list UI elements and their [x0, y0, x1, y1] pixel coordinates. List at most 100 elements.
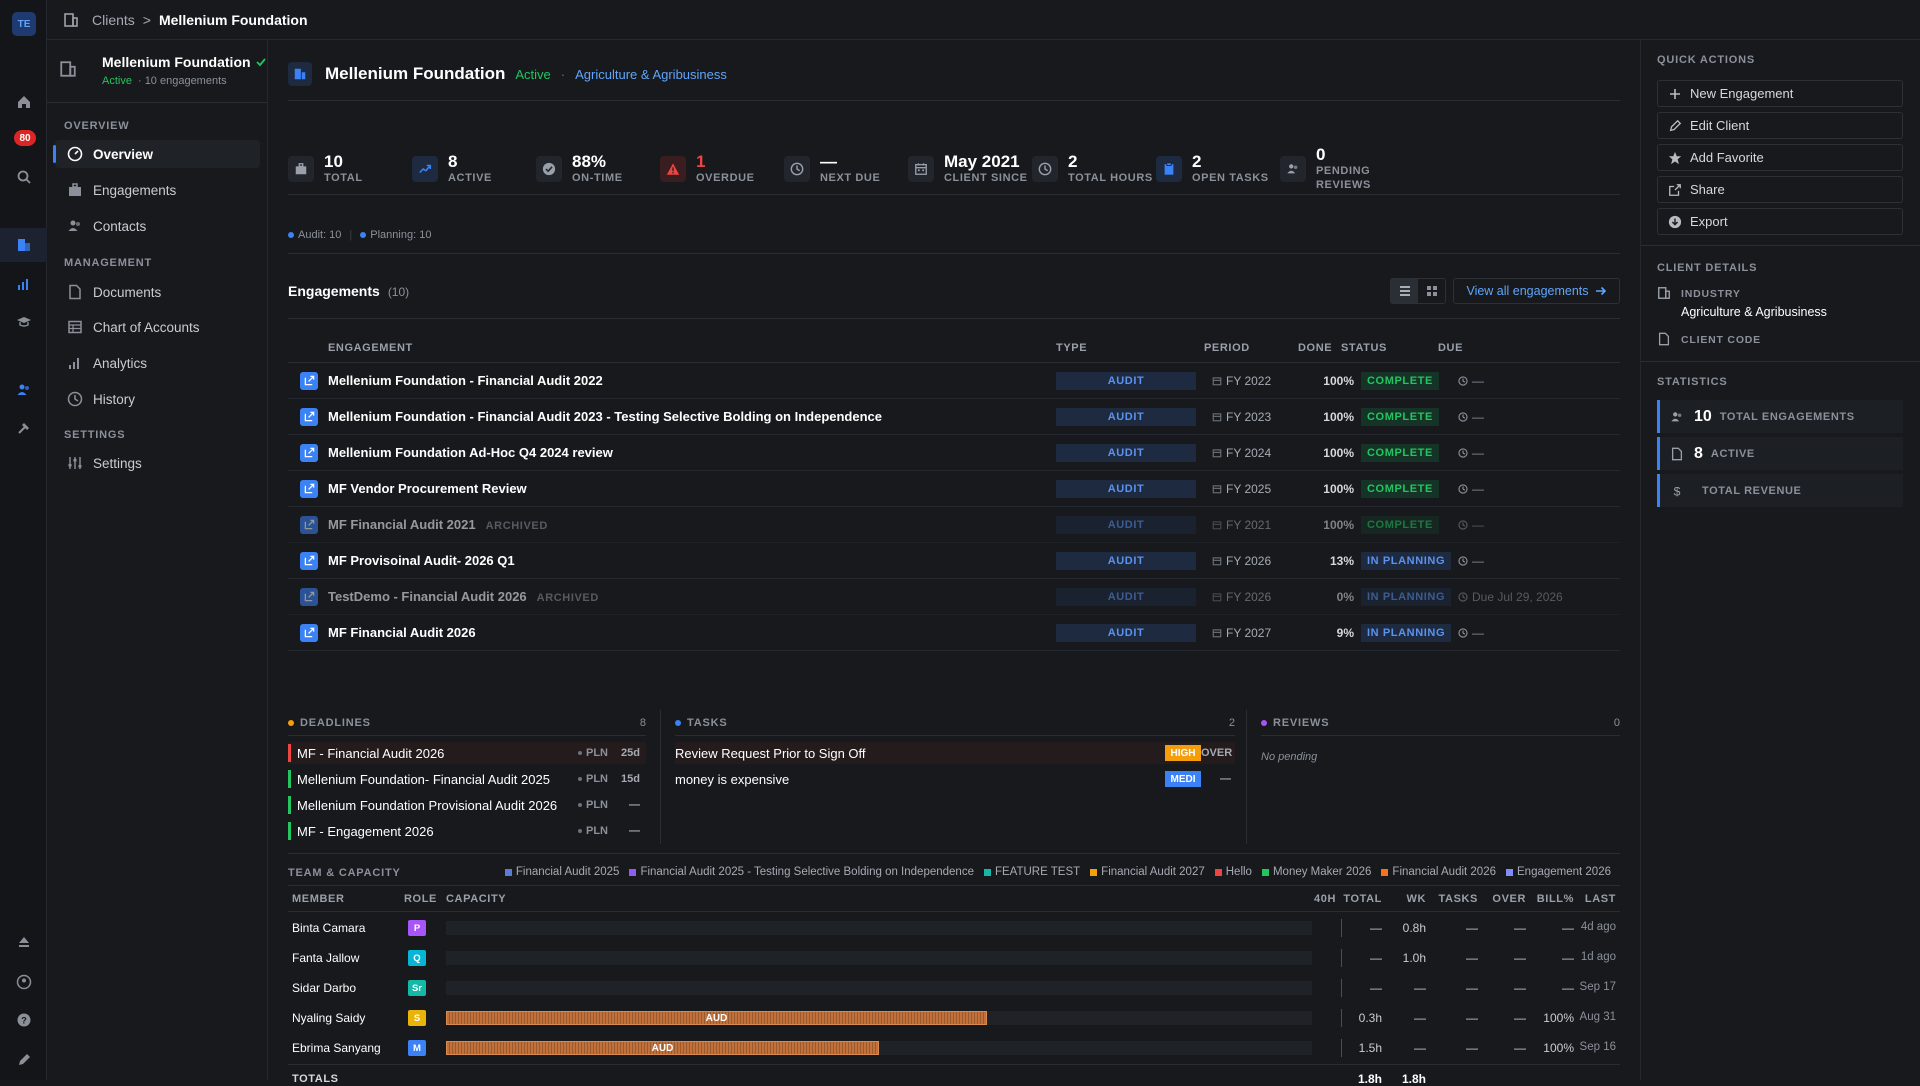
stat-value: 88% — [572, 152, 607, 171]
new-engagement-button[interactable]: New Engagement — [1657, 80, 1903, 107]
breadcrumb-clients[interactable]: Clients — [92, 12, 135, 28]
phase-dot-icon — [578, 803, 582, 807]
member-bill: 100% — [1543, 1041, 1574, 1055]
section-overview: OVERVIEW — [64, 120, 130, 132]
deadline-phase: PLN — [578, 747, 608, 759]
member-name: Ebrima Sanyang — [292, 1041, 381, 1055]
engagement-row[interactable]: MF Financial Audit 2021 ARCHIVED AUDIT FY 2… — [288, 507, 1620, 543]
task-item[interactable]: money is expensive MEDI — — [675, 768, 1235, 790]
calendar-icon — [1212, 376, 1222, 386]
engagement-row[interactable]: Mellenium Foundation - Financial Audit 2… — [288, 399, 1620, 435]
engagement-row[interactable]: MF Financial Audit 2026 AUDIT FY 2027 9% IN … — [288, 615, 1620, 651]
team-row[interactable]: Fanta Jallow Q —1.0h — — —1d ago — [288, 943, 1620, 973]
stat-value: 0 — [1316, 145, 1326, 164]
nav-label: Settings — [93, 455, 142, 471]
tools-icon[interactable] — [12, 416, 36, 440]
legend-item: Engagement 2026 — [1506, 866, 1611, 878]
deadline-item[interactable]: MF - Financial Audit 2026 PLN 25d — [288, 742, 646, 764]
member-over: — — [1514, 981, 1526, 995]
share-button[interactable]: Share — [1657, 176, 1903, 203]
engagement-name[interactable]: MF Financial Audit 2026 — [328, 625, 476, 640]
engagement-name[interactable]: MF Financial Audit 2021 ARCHIVED — [328, 517, 548, 532]
engagement-name[interactable]: Mellenium Foundation - Financial Audit 2… — [328, 409, 882, 424]
team-row[interactable]: Ebrima Sanyang M AUD 1.5h — — —100% Sep 16 — [288, 1033, 1620, 1063]
engagement-row[interactable]: TestDemo - Financial Audit 2026 ARCHIVED A… — [288, 579, 1620, 615]
task-item[interactable]: Review Request Prior to Sign Off HIGH OVER — [675, 742, 1235, 764]
contacts-icon — [67, 218, 83, 234]
period-value: FY 2022 — [1226, 373, 1272, 388]
nav-history[interactable]: History — [55, 385, 260, 413]
period-cell: FY 2025 — [1212, 482, 1271, 496]
team-row[interactable]: Nyaling Saidy S AUD 0.3h — — —100% Aug 31 — [288, 1003, 1620, 1033]
reviewer-icon — [1670, 410, 1684, 424]
engagement-name[interactable]: MF Provisoinal Audit- 2026 Q1 — [328, 553, 515, 568]
arrow-right-icon — [1595, 285, 1607, 297]
deadline-item[interactable]: Mellenium Foundation- Financial Audit 20… — [288, 768, 646, 790]
legend-item: Hello — [1214, 866, 1252, 878]
nav-engagements[interactable]: Engagements — [55, 176, 260, 204]
nav-documents[interactable]: Documents — [55, 278, 260, 306]
engagement-name[interactable]: TestDemo - Financial Audit 2026 ARCHIVED — [328, 589, 599, 604]
engagement-row[interactable]: MF Vendor Procurement Review AUDIT FY 2025… — [288, 471, 1620, 507]
grid-view-icon[interactable] — [1418, 279, 1445, 303]
legend-swatch — [1214, 868, 1222, 876]
nav-chart-of-accounts[interactable]: Chart of Accounts — [55, 313, 260, 341]
deadline-item[interactable]: MF - Engagement 2026 PLN — — [288, 820, 646, 842]
team-icon[interactable] — [12, 378, 36, 402]
deadline-item[interactable]: Mellenium Foundation Provisional Audit 2… — [288, 794, 646, 816]
due-value: — — [1472, 373, 1484, 388]
view-toggle — [1390, 278, 1446, 304]
stat-label: ON-TIME — [572, 172, 623, 184]
member-bill: — — [1562, 921, 1574, 935]
eject-icon[interactable] — [12, 930, 36, 954]
status-badge: Active — [515, 67, 551, 82]
team-row[interactable]: Binta Camara P —0.8h — — —4d ago — [288, 913, 1620, 943]
engagement-name[interactable]: Mellenium Foundation - Financial Audit 2… — [328, 373, 603, 388]
sliders-icon — [67, 455, 83, 471]
export-button[interactable]: Export — [1657, 208, 1903, 235]
pencil-icon — [1668, 119, 1682, 133]
nav-analytics[interactable]: Analytics — [55, 349, 260, 377]
clients-icon[interactable] — [12, 233, 36, 257]
nav-overview[interactable]: Overview — [53, 140, 260, 168]
member-total: — — [1370, 951, 1382, 965]
engagement-row[interactable]: MF Provisoinal Audit- 2026 Q1 AUDIT FY 202… — [288, 543, 1620, 579]
period-cell: FY 2022 — [1212, 374, 1271, 388]
stat-label: TOTAL — [324, 172, 363, 184]
learning-icon[interactable] — [12, 310, 36, 334]
list-view-icon[interactable] — [1391, 279, 1418, 303]
due-cell: — — [1458, 482, 1484, 496]
pen-icon[interactable] — [12, 1048, 36, 1072]
done-percent: 100% — [1323, 445, 1354, 460]
engagement-name[interactable]: Mellenium Foundation Ad-Hoc Q4 2024 revi… — [328, 445, 613, 460]
engagement-row[interactable]: Mellenium Foundation Ad-Hoc Q4 2024 revi… — [288, 435, 1620, 471]
nav-settings[interactable]: Settings — [55, 449, 260, 477]
deadlines-title: DEADLINES — [300, 717, 371, 729]
view-all-engagements-button[interactable]: View all engagements — [1453, 278, 1620, 304]
team-row[interactable]: Sidar Darbo Sr — — — — — Sep 17 — [288, 973, 1620, 1003]
edit-client-button[interactable]: Edit Client — [1657, 112, 1903, 139]
member-name: Binta Camara — [292, 921, 366, 935]
notification-badge[interactable]: 80 — [14, 130, 36, 146]
briefcase-icon — [288, 156, 314, 182]
home-icon[interactable] — [12, 90, 36, 114]
help-icon[interactable]: ? — [12, 1008, 36, 1032]
deadline-name: Mellenium Foundation- Financial Audit 20… — [297, 772, 550, 787]
phase-dot-icon — [578, 777, 582, 781]
nav-contacts[interactable]: Contacts — [55, 212, 260, 240]
engagement-row[interactable]: Mellenium Foundation - Financial Audit 2… — [288, 363, 1620, 399]
plus-icon — [1668, 87, 1682, 101]
col-period: PERIOD — [1204, 342, 1250, 354]
type-badge: AUDIT — [1056, 371, 1196, 390]
engagement-name[interactable]: MF Vendor Procurement Review — [328, 481, 527, 496]
period-value: FY 2026 — [1226, 553, 1272, 568]
profile-icon[interactable] — [12, 970, 36, 994]
statistic-card: 8 ACTIVE — [1657, 437, 1903, 470]
add-favorite-button[interactable]: Add Favorite — [1657, 144, 1903, 171]
header-separator: · — [560, 67, 566, 82]
industry-link[interactable]: Agriculture & Agribusiness — [575, 67, 727, 82]
user-avatar[interactable]: TE — [12, 12, 36, 36]
col-capacity: CAPACITY — [446, 893, 507, 905]
analytics-icon[interactable] — [12, 272, 36, 296]
search-icon[interactable] — [12, 165, 36, 189]
